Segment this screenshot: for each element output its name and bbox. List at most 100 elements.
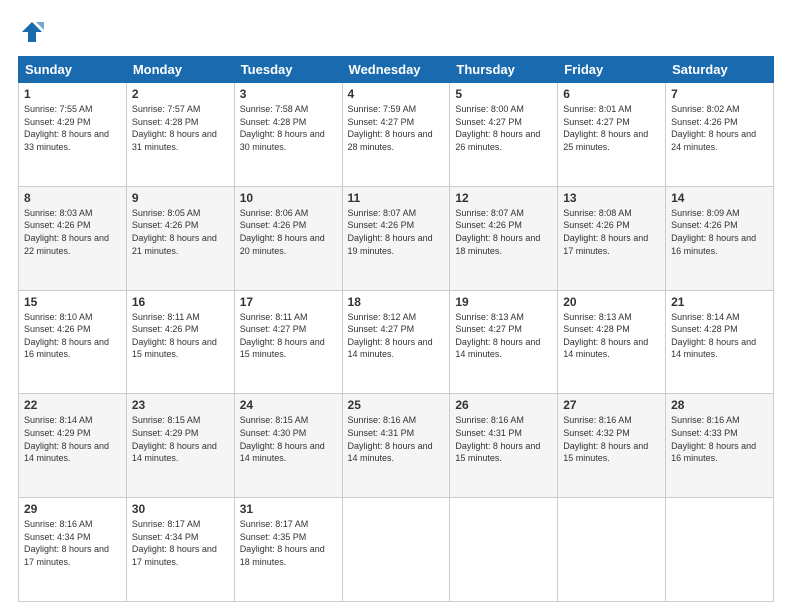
column-header-saturday: Saturday [666, 57, 774, 83]
calendar-cell: 12Sunrise: 8:07 AMSunset: 4:26 PMDayligh… [450, 186, 558, 290]
column-header-thursday: Thursday [450, 57, 558, 83]
day-info: Sunrise: 8:15 AMSunset: 4:29 PMDaylight:… [132, 414, 229, 464]
calendar-cell: 18 Sunrise: 8:12 AMSunset: 4:27 PMDayligh… [342, 290, 450, 394]
calendar-cell: 17Sunrise: 8:11 AMSunset: 4:27 PMDayligh… [234, 290, 342, 394]
day-info: Sunrise: 8:13 AMSunset: 4:28 PMDaylight:… [563, 311, 660, 361]
day-number: 22 [24, 398, 121, 412]
calendar-cell [666, 498, 774, 602]
column-header-friday: Friday [558, 57, 666, 83]
calendar-cell: 29 Sunrise: 8:16 AMSunset: 4:34 PMDayligh… [19, 498, 127, 602]
day-info: Sunrise: 8:02 AMSunset: 4:26 PMDaylight:… [671, 103, 768, 153]
calendar-cell: 6 Sunrise: 8:01 AMSunset: 4:27 PMDaylight… [558, 83, 666, 187]
header [18, 18, 774, 46]
calendar-cell [450, 498, 558, 602]
calendar-body: 1Sunrise: 7:55 AMSunset: 4:29 PMDaylight… [19, 83, 774, 602]
day-number: 7 [671, 87, 768, 101]
calendar-cell: 23 Sunrise: 8:15 AMSunset: 4:29 PMDayligh… [126, 394, 234, 498]
calendar-cell: 14Sunrise: 8:09 AMSunset: 4:26 PMDayligh… [666, 186, 774, 290]
calendar-header-row: SundayMondayTuesdayWednesdayThursdayFrid… [19, 57, 774, 83]
calendar-cell: 5Sunrise: 8:00 AMSunset: 4:27 PMDaylight… [450, 83, 558, 187]
day-number: 9 [132, 191, 229, 205]
day-number: 6 [563, 87, 660, 101]
day-number: 20 [563, 295, 660, 309]
day-info: Sunrise: 8:15 AMSunset: 4:30 PMDaylight:… [240, 414, 337, 464]
day-info: Sunrise: 8:11 AMSunset: 4:27 PMDaylight:… [240, 311, 337, 361]
day-info: Sunrise: 8:07 AMSunset: 4:26 PMDaylight:… [348, 207, 445, 257]
calendar-cell: 16 Sunrise: 8:11 AMSunset: 4:26 PMDayligh… [126, 290, 234, 394]
day-number: 5 [455, 87, 552, 101]
day-number: 21 [671, 295, 768, 309]
day-number: 1 [24, 87, 121, 101]
day-number: 31 [240, 502, 337, 516]
day-number: 25 [348, 398, 445, 412]
calendar-cell: 9 Sunrise: 8:05 AMSunset: 4:26 PMDaylight… [126, 186, 234, 290]
calendar-cell: 3 Sunrise: 7:58 AMSunset: 4:28 PMDaylight… [234, 83, 342, 187]
day-info: Sunrise: 8:08 AMSunset: 4:26 PMDaylight:… [563, 207, 660, 257]
day-info: Sunrise: 8:13 AMSunset: 4:27 PMDaylight:… [455, 311, 552, 361]
calendar-cell: 22 Sunrise: 8:14 AMSunset: 4:29 PMDayligh… [19, 394, 127, 498]
calendar-cell: 15Sunrise: 8:10 AMSunset: 4:26 PMDayligh… [19, 290, 127, 394]
calendar-cell: 31 Sunrise: 8:17 AMSunset: 4:35 PMDayligh… [234, 498, 342, 602]
day-info: Sunrise: 8:14 AMSunset: 4:29 PMDaylight:… [24, 414, 121, 464]
day-number: 11 [348, 191, 445, 205]
logo [18, 18, 50, 46]
day-number: 10 [240, 191, 337, 205]
day-info: Sunrise: 7:59 AMSunset: 4:27 PMDaylight:… [348, 103, 445, 153]
day-number: 12 [455, 191, 552, 205]
calendar-cell: 7 Sunrise: 8:02 AMSunset: 4:26 PMDaylight… [666, 83, 774, 187]
calendar-cell: 28Sunrise: 8:16 AMSunset: 4:33 PMDayligh… [666, 394, 774, 498]
day-info: Sunrise: 8:14 AMSunset: 4:28 PMDaylight:… [671, 311, 768, 361]
day-info: Sunrise: 8:17 AMSunset: 4:35 PMDaylight:… [240, 518, 337, 568]
calendar-cell: 2Sunrise: 7:57 AMSunset: 4:28 PMDaylight… [126, 83, 234, 187]
calendar-cell [342, 498, 450, 602]
calendar-cell [558, 498, 666, 602]
day-info: Sunrise: 8:16 AMSunset: 4:34 PMDaylight:… [24, 518, 121, 568]
day-number: 27 [563, 398, 660, 412]
day-info: Sunrise: 8:03 AMSunset: 4:26 PMDaylight:… [24, 207, 121, 257]
calendar-cell: 4 Sunrise: 7:59 AMSunset: 4:27 PMDaylight… [342, 83, 450, 187]
calendar-week-row: 22 Sunrise: 8:14 AMSunset: 4:29 PMDayligh… [19, 394, 774, 498]
day-number: 30 [132, 502, 229, 516]
calendar-cell: 25 Sunrise: 8:16 AMSunset: 4:31 PMDayligh… [342, 394, 450, 498]
column-header-wednesday: Wednesday [342, 57, 450, 83]
day-number: 16 [132, 295, 229, 309]
calendar-table: SundayMondayTuesdayWednesdayThursdayFrid… [18, 56, 774, 602]
calendar-cell: 30Sunrise: 8:17 AMSunset: 4:34 PMDayligh… [126, 498, 234, 602]
calendar-cell: 13Sunrise: 8:08 AMSunset: 4:26 PMDayligh… [558, 186, 666, 290]
day-info: Sunrise: 8:11 AMSunset: 4:26 PMDaylight:… [132, 311, 229, 361]
calendar-week-row: 29 Sunrise: 8:16 AMSunset: 4:34 PMDayligh… [19, 498, 774, 602]
day-number: 23 [132, 398, 229, 412]
day-info: Sunrise: 8:06 AMSunset: 4:26 PMDaylight:… [240, 207, 337, 257]
page: SundayMondayTuesdayWednesdayThursdayFrid… [0, 0, 792, 612]
calendar-week-row: 15Sunrise: 8:10 AMSunset: 4:26 PMDayligh… [19, 290, 774, 394]
calendar-cell: 24Sunrise: 8:15 AMSunset: 4:30 PMDayligh… [234, 394, 342, 498]
calendar-cell: 10 Sunrise: 8:06 AMSunset: 4:26 PMDayligh… [234, 186, 342, 290]
day-number: 14 [671, 191, 768, 205]
day-number: 15 [24, 295, 121, 309]
day-info: Sunrise: 8:16 AMSunset: 4:33 PMDaylight:… [671, 414, 768, 464]
day-number: 26 [455, 398, 552, 412]
day-info: Sunrise: 8:05 AMSunset: 4:26 PMDaylight:… [132, 207, 229, 257]
day-info: Sunrise: 8:16 AMSunset: 4:31 PMDaylight:… [348, 414, 445, 464]
day-info: Sunrise: 8:01 AMSunset: 4:27 PMDaylight:… [563, 103, 660, 153]
column-header-sunday: Sunday [19, 57, 127, 83]
day-info: Sunrise: 7:58 AMSunset: 4:28 PMDaylight:… [240, 103, 337, 153]
day-info: Sunrise: 8:16 AMSunset: 4:31 PMDaylight:… [455, 414, 552, 464]
day-number: 19 [455, 295, 552, 309]
calendar-cell: 1Sunrise: 7:55 AMSunset: 4:29 PMDaylight… [19, 83, 127, 187]
day-number: 29 [24, 502, 121, 516]
column-header-tuesday: Tuesday [234, 57, 342, 83]
day-number: 8 [24, 191, 121, 205]
day-number: 4 [348, 87, 445, 101]
calendar-cell: 19 Sunrise: 8:13 AMSunset: 4:27 PMDayligh… [450, 290, 558, 394]
day-number: 18 [348, 295, 445, 309]
day-number: 2 [132, 87, 229, 101]
calendar-cell: 8 Sunrise: 8:03 AMSunset: 4:26 PMDaylight… [19, 186, 127, 290]
calendar-week-row: 8 Sunrise: 8:03 AMSunset: 4:26 PMDaylight… [19, 186, 774, 290]
calendar-cell: 27Sunrise: 8:16 AMSunset: 4:32 PMDayligh… [558, 394, 666, 498]
calendar-cell: 11 Sunrise: 8:07 AMSunset: 4:26 PMDayligh… [342, 186, 450, 290]
day-number: 3 [240, 87, 337, 101]
day-info: Sunrise: 8:12 AMSunset: 4:27 PMDaylight:… [348, 311, 445, 361]
logo-icon [18, 18, 46, 46]
calendar-cell: 26 Sunrise: 8:16 AMSunset: 4:31 PMDayligh… [450, 394, 558, 498]
